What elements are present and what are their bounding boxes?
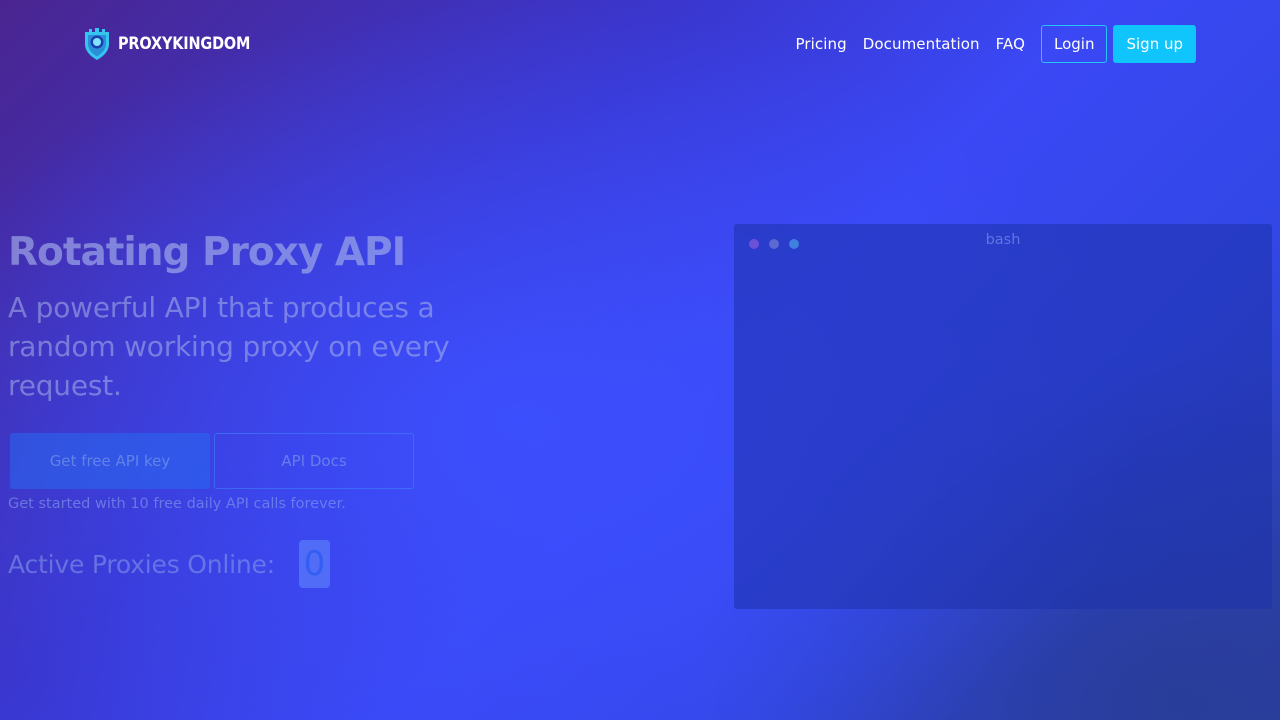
free-calls-note: Get started with 10 free daily API calls… [8,496,346,512]
cta-buttons: Get free API key API Docs [10,433,414,489]
signup-button[interactable]: Sign up [1113,25,1196,63]
hero-section: Rotating Proxy API A powerful API that p… [8,226,508,405]
nav-pricing-link[interactable]: Pricing [795,35,846,53]
top-nav: Pricing Documentation FAQ Login Sign up [795,25,1196,63]
login-button[interactable]: Login [1041,25,1108,63]
hero-title: Rotating Proxy API [8,230,406,275]
shield-castle-icon [82,26,112,62]
terminal-title: bash [985,232,1021,248]
get-api-key-button[interactable]: Get free API key [10,433,210,489]
active-proxies-label: Active Proxies Online: [8,549,275,579]
active-proxies: Active Proxies Online: 0 [8,540,330,588]
nav-faq-link[interactable]: FAQ [996,35,1025,53]
brand-name: PROXYKINGDOM [118,34,251,54]
api-docs-button[interactable]: API Docs [214,433,414,489]
terminal-window: bash [734,224,1272,609]
hero-subtitle: A powerful API that produces a random wo… [8,291,450,402]
nav-documentation-link[interactable]: Documentation [863,35,980,53]
active-proxies-counter: 0 [298,540,330,588]
brand-logo[interactable]: PROXYKINGDOM [82,26,274,62]
